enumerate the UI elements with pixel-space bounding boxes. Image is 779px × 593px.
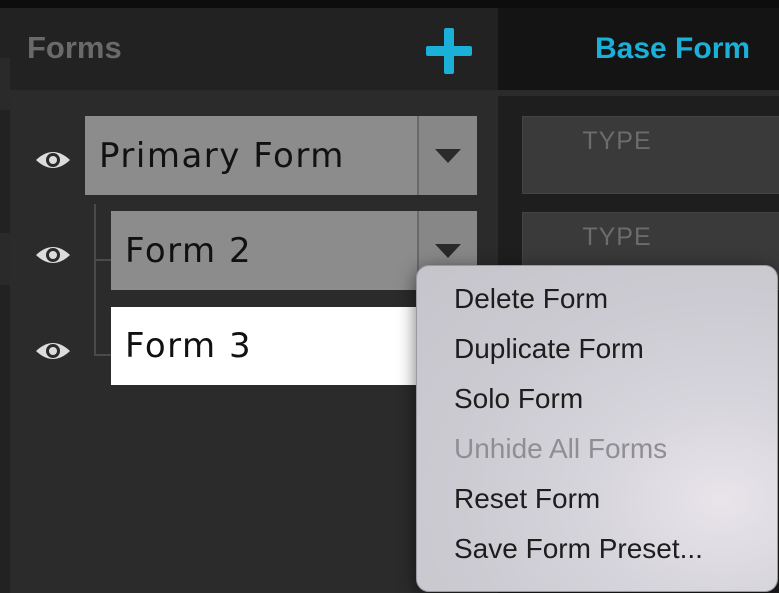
forms-panel-title: Forms (27, 30, 122, 65)
form-name: Form 3 (125, 326, 253, 366)
form-name: Primary Form (99, 135, 345, 176)
panel-divider (498, 90, 779, 96)
left-edge-notch (0, 233, 10, 285)
eye-icon[interactable] (34, 339, 72, 363)
eye-icon[interactable] (34, 243, 72, 267)
plus-icon (426, 28, 472, 74)
chevron-down-icon (435, 148, 461, 163)
add-form-button[interactable] (424, 26, 474, 76)
forms-header: Forms (10, 8, 498, 90)
left-edge (0, 8, 10, 593)
type-field[interactable]: TYPE (522, 116, 779, 194)
left-edge-notch (0, 58, 10, 110)
menu-item-duplicate-form[interactable]: Duplicate Form (454, 333, 644, 373)
eye-icon[interactable] (34, 148, 72, 172)
menu-item-delete-form[interactable]: Delete Form (454, 283, 608, 323)
tree-connector (94, 354, 111, 356)
type-label: TYPE (582, 223, 652, 251)
form-dropdown-button[interactable] (417, 116, 477, 195)
menu-item-solo-form[interactable]: Solo Form (454, 383, 583, 423)
tree-connector (94, 259, 111, 261)
form-row-primary[interactable]: Primary Form (85, 116, 477, 195)
menu-item-unhide-all-forms: Unhide All Forms (454, 433, 668, 464)
base-form-header: Base Form (498, 8, 779, 90)
tree-connector (94, 204, 96, 356)
base-form-title: Base Form (595, 32, 751, 65)
menu-item-reset-form[interactable]: Reset Form (454, 483, 600, 523)
top-strip (0, 0, 779, 8)
form-context-menu: Delete Form Duplicate Form Solo Form Unh… (416, 265, 778, 592)
form-name: Form 2 (125, 230, 253, 271)
type-label: TYPE (582, 127, 652, 155)
chevron-down-icon (435, 243, 461, 258)
menu-item-save-form-preset[interactable]: Save Form Preset... (454, 533, 703, 573)
